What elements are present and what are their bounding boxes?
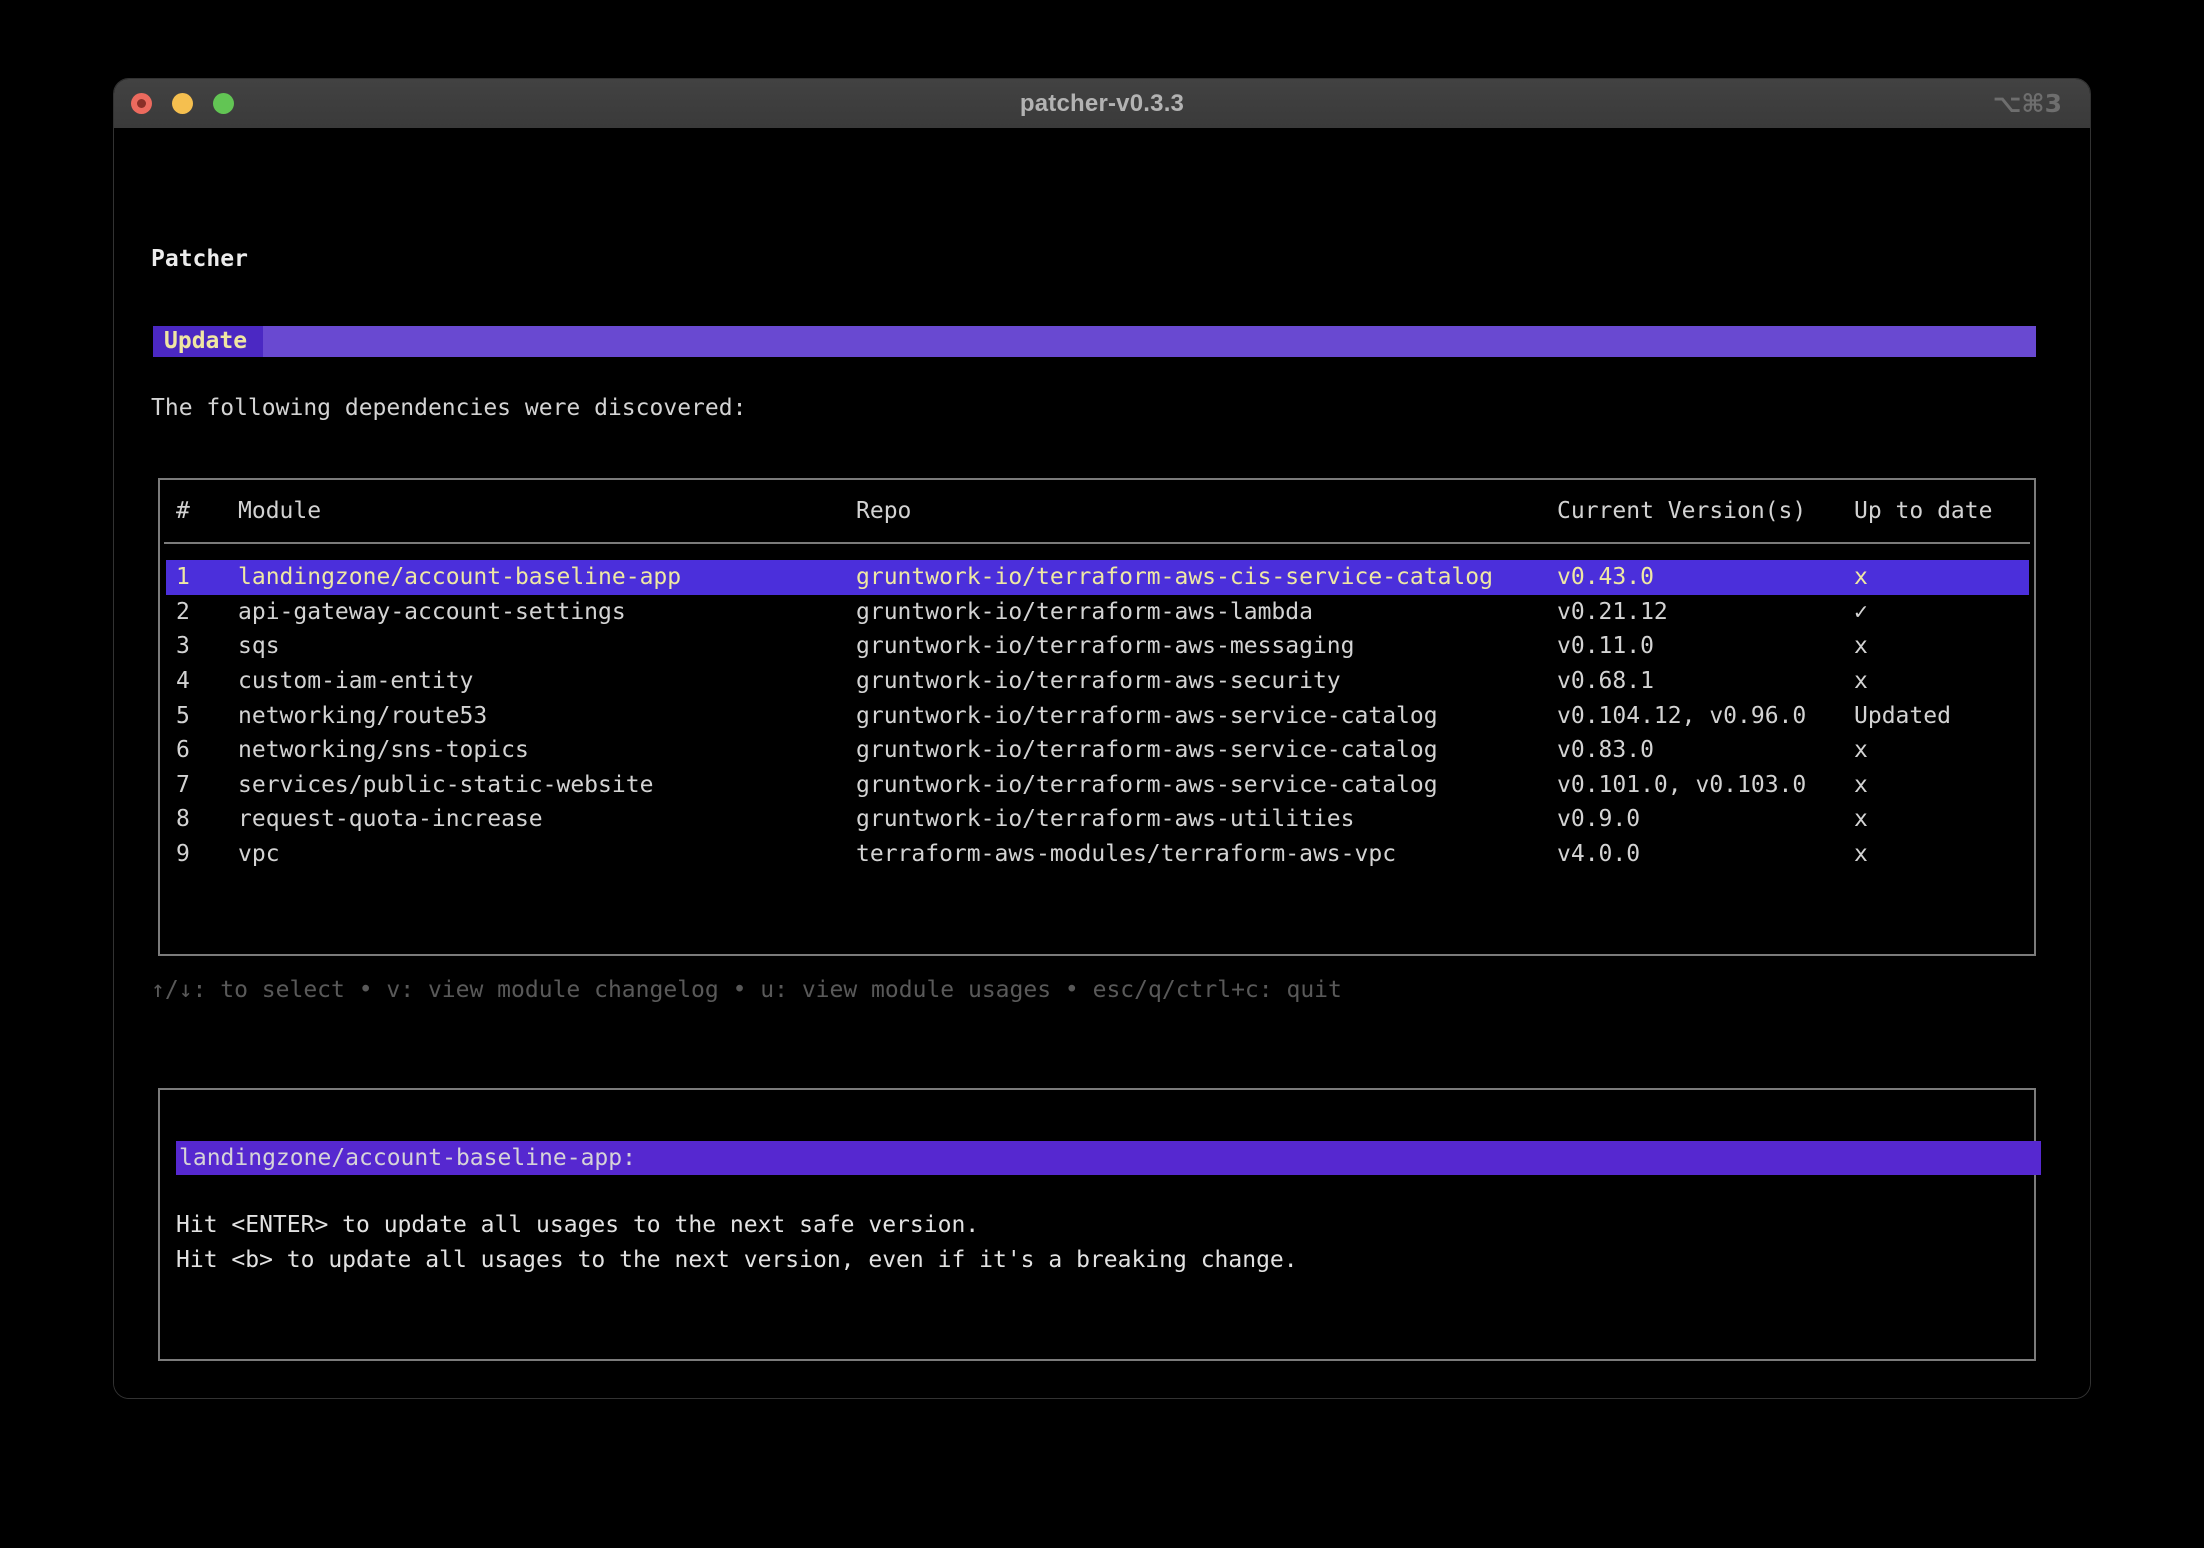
app-window: patcher-v0.3.3 ⌥⌘3 Patcher Update The fo… [113, 78, 2091, 1399]
window-title: patcher-v0.3.3 [114, 90, 2090, 118]
table-row[interactable]: 3 sqs gruntwork-io/terraform-aws-messagi… [160, 629, 2034, 664]
row-number: 5 [176, 703, 238, 729]
row-module: request-quota-increase [238, 806, 856, 832]
table-row[interactable]: 9 vpc terraform-aws-modules/terraform-aw… [160, 837, 2034, 872]
row-repo: terraform-aws-modules/terraform-aws-vpc [856, 841, 1557, 867]
column-header-num: # [176, 498, 238, 524]
row-uptodate-status: x [1854, 841, 2034, 867]
row-version: v0.104.12, v0.96.0 [1557, 703, 1854, 729]
row-uptodate-status: x [1854, 633, 2034, 659]
row-uptodate-status: x [1854, 564, 2029, 590]
row-number: 3 [176, 633, 238, 659]
row-repo: gruntwork-io/terraform-aws-service-catal… [856, 772, 1557, 798]
table-row[interactable]: 6 networking/sns-topics gruntwork-io/ter… [160, 733, 2034, 768]
row-number: 9 [176, 841, 238, 867]
row-version: v0.43.0 [1557, 564, 1854, 590]
row-uptodate-status: Updated [1854, 703, 2034, 729]
row-module: services/public-static-website [238, 772, 856, 798]
row-module: vpc [238, 841, 856, 867]
row-module: sqs [238, 633, 856, 659]
tab-bar: Update [153, 326, 2036, 357]
intro-text: The following dependencies were discover… [151, 394, 746, 422]
table-row[interactable]: 8 request-quota-increase gruntwork-io/te… [160, 802, 2034, 837]
row-number: 2 [176, 599, 238, 625]
row-repo: gruntwork-io/terraform-aws-service-catal… [856, 737, 1557, 763]
detail-instructions: Hit <ENTER> to update all usages to the … [176, 1208, 1298, 1277]
row-number: 6 [176, 737, 238, 763]
column-header-module: Module [238, 498, 856, 524]
row-number: 4 [176, 668, 238, 694]
row-version: v0.101.0, v0.103.0 [1557, 772, 1854, 798]
row-repo: gruntwork-io/terraform-aws-lambda [856, 599, 1557, 625]
selected-module-bar: landingzone/account-baseline-app: [176, 1141, 2041, 1175]
terminal-content: Patcher Update The following dependencie… [114, 128, 2090, 1398]
detail-panel: landingzone/account-baseline-app: Hit <E… [158, 1088, 2036, 1361]
row-version: v0.68.1 [1557, 668, 1854, 694]
row-number: 1 [176, 564, 238, 590]
row-repo: gruntwork-io/terraform-aws-security [856, 668, 1557, 694]
table-row[interactable]: 2 api-gateway-account-settings gruntwork… [160, 595, 2034, 630]
minimize-button[interactable] [172, 93, 193, 114]
detail-instruction-line: Hit <ENTER> to update all usages to the … [176, 1208, 1298, 1243]
detail-instruction-line: Hit <b> to update all usages to the next… [176, 1243, 1298, 1278]
row-version: v0.21.12 [1557, 599, 1854, 625]
dependencies-table: # Module Repo Current Version(s) Up to d… [158, 478, 2036, 956]
row-version: v0.83.0 [1557, 737, 1854, 763]
row-version: v4.0.0 [1557, 841, 1854, 867]
table-row[interactable]: 5 networking/route53 gruntwork-io/terraf… [160, 698, 2034, 733]
row-uptodate-status: x [1854, 737, 2034, 763]
tab-update[interactable]: Update [153, 326, 263, 357]
column-header-repo: Repo [856, 498, 1557, 524]
table-row[interactable]: 7 services/public-static-website gruntwo… [160, 768, 2034, 803]
row-uptodate-status: x [1854, 668, 2034, 694]
table-row[interactable]: 4 custom-iam-entity gruntwork-io/terrafo… [160, 664, 2034, 699]
window-titlebar: patcher-v0.3.3 ⌥⌘3 [114, 79, 2090, 128]
row-number: 7 [176, 772, 238, 798]
zoom-button[interactable] [213, 93, 234, 114]
column-header-version: Current Version(s) [1557, 498, 1854, 524]
row-repo: gruntwork-io/terraform-aws-utilities [856, 806, 1557, 832]
row-uptodate-status: x [1854, 806, 2034, 832]
row-module: networking/route53 [238, 703, 856, 729]
row-repo: gruntwork-io/terraform-aws-messaging [856, 633, 1557, 659]
row-module: api-gateway-account-settings [238, 599, 856, 625]
app-heading: Patcher [151, 244, 248, 274]
close-button[interactable] [131, 93, 152, 114]
row-module: custom-iam-entity [238, 668, 856, 694]
column-header-uptodate: Up to date [1854, 498, 2034, 524]
row-version: v0.11.0 [1557, 633, 1854, 659]
row-number: 8 [176, 806, 238, 832]
row-module: networking/sns-topics [238, 737, 856, 763]
table-row[interactable]: 1 landingzone/account-baseline-app grunt… [166, 560, 2029, 595]
help-bar: ↑/↓: to select • v: view module changelo… [151, 976, 1342, 1004]
table-header: # Module Repo Current Version(s) Up to d… [160, 480, 2034, 542]
table-body: 1 landingzone/account-baseline-app grunt… [160, 544, 2034, 871]
row-uptodate-status: x [1854, 772, 2034, 798]
row-version: v0.9.0 [1557, 806, 1854, 832]
row-repo: gruntwork-io/terraform-aws-cis-service-c… [856, 564, 1557, 590]
row-module: landingzone/account-baseline-app [238, 564, 856, 590]
window-hotkey-badge: ⌥⌘3 [1993, 79, 2062, 128]
window-controls [131, 93, 234, 114]
row-repo: gruntwork-io/terraform-aws-service-catal… [856, 703, 1557, 729]
row-uptodate-status: ✓ [1854, 599, 2034, 625]
